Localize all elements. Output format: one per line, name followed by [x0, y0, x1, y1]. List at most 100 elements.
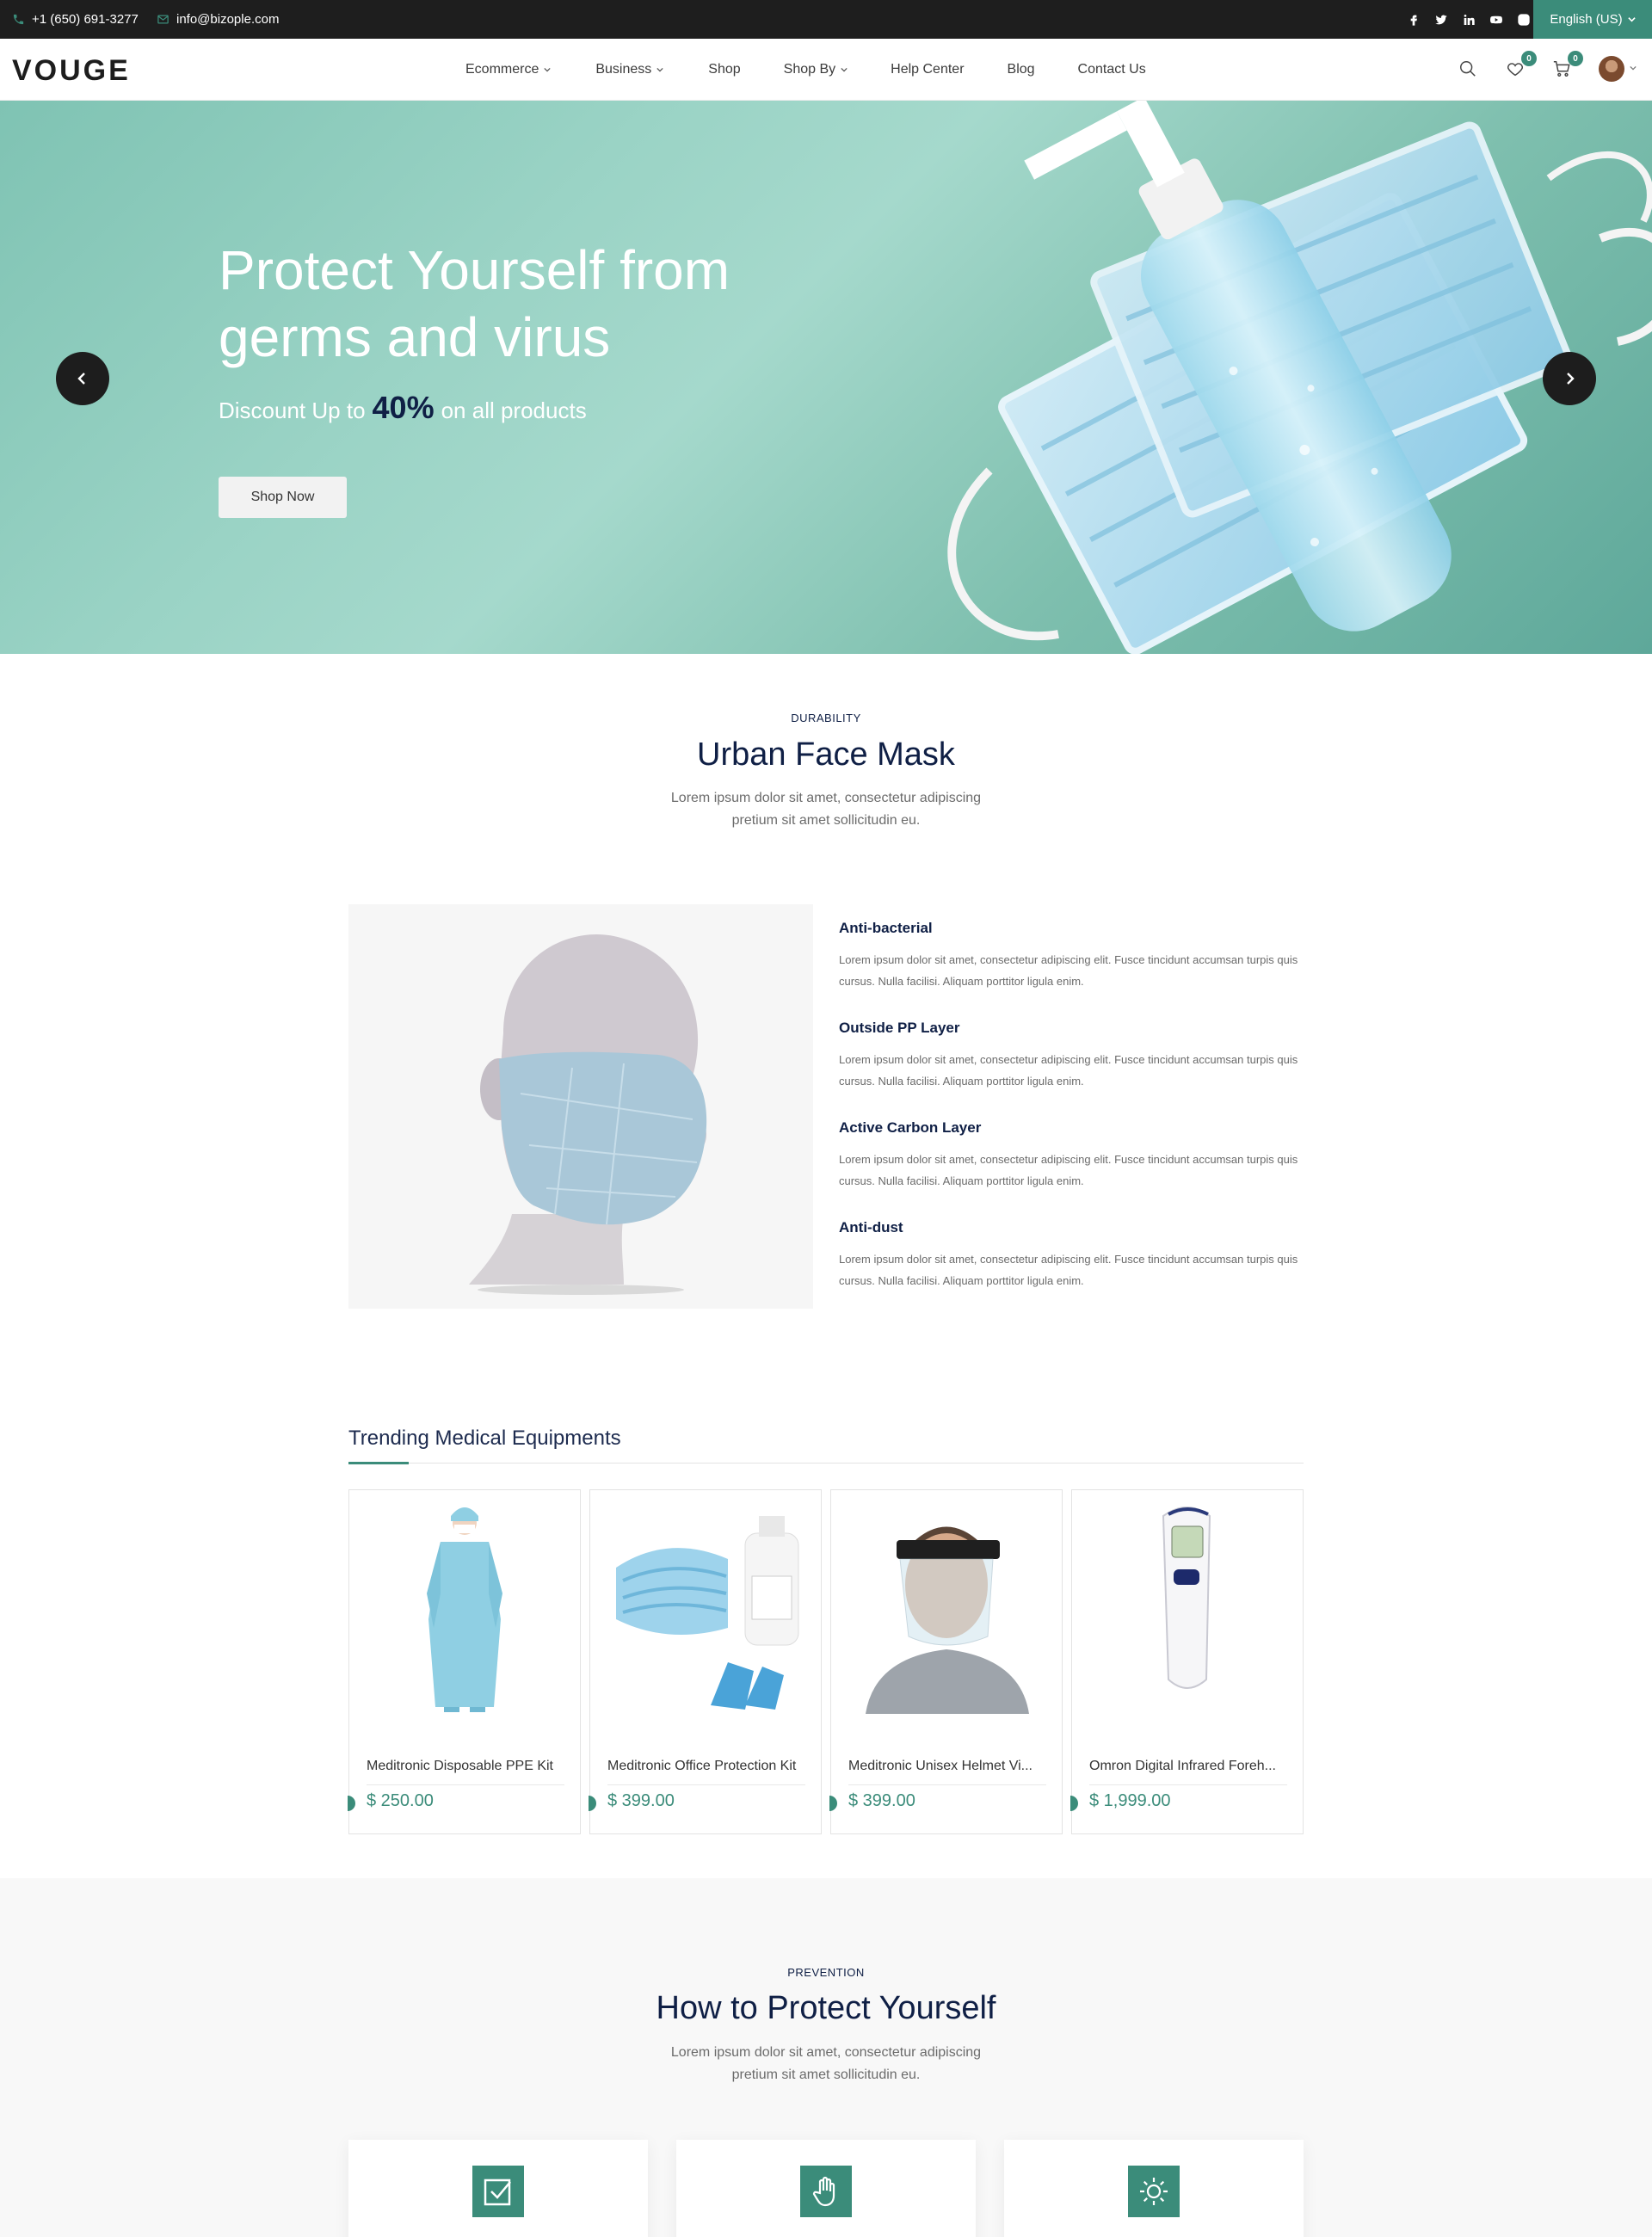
product-name[interactable]: Meditronic Disposable PPE Kit: [367, 1759, 564, 1774]
email-address: info@bizople.com: [176, 12, 280, 27]
chevron-down-icon: [544, 67, 551, 72]
sun-icon: [1128, 2166, 1180, 2217]
feature-item: Anti-bacterial Lorem ipsum dolor sit ame…: [839, 920, 1304, 992]
hero-subtitle-pre: Discount Up to: [219, 397, 366, 423]
youtube-icon[interactable]: [1489, 12, 1504, 28]
mail-icon: [157, 15, 169, 24]
carousel-next-button[interactable]: [1543, 352, 1596, 405]
facebook-icon[interactable]: [1406, 12, 1421, 28]
chevron-left-icon: [77, 373, 85, 385]
prevention-card: [676, 2140, 976, 2237]
product-card[interactable]: Meditronic Unisex Helmet Vi... $ 399.00: [829, 1489, 1063, 1834]
main-header: VOUGE Ecommerce Business Shop Shop By He…: [0, 39, 1652, 101]
chevron-down-icon: [1627, 17, 1636, 22]
vouge-logo[interactable]: VOUGE: [12, 54, 150, 85]
feature-item: Anti-dust Lorem ipsum dolor sit amet, co…: [839, 1219, 1304, 1291]
cart-count-badge: 0: [1568, 51, 1583, 66]
nav-label: Business: [595, 62, 652, 77]
chevron-down-icon: [841, 67, 848, 72]
nav-label: Blog: [1007, 62, 1035, 77]
price-marker: [1070, 1796, 1078, 1811]
mannequin-illustration: [469, 934, 707, 1295]
nav-shop-by[interactable]: Shop By: [784, 62, 848, 77]
product-image-thermometer: [1081, 1499, 1294, 1714]
feature-title: Outside PP Layer: [839, 1020, 960, 1036]
shop-now-button[interactable]: Shop Now: [219, 477, 347, 518]
feature-item: Outside PP Layer Lorem ipsum dolor sit a…: [839, 1020, 1304, 1092]
chevron-down-icon: [656, 67, 663, 72]
section-description: Lorem ipsum dolor sit amet, consectetur …: [670, 791, 982, 828]
section-title: Urban Face Mask: [697, 736, 955, 773]
trending-title: Trending Medical Equipments: [348, 1427, 621, 1450]
language-selector[interactable]: English (US): [1533, 0, 1652, 39]
card-divider: [1089, 1784, 1287, 1785]
product-name[interactable]: Meditronic Office Protection Kit: [607, 1759, 805, 1774]
language-label: English (US): [1550, 12, 1623, 27]
nav-ecommerce[interactable]: Ecommerce: [465, 62, 551, 77]
hero-title: Protect Yourself from germs and virus: [219, 239, 730, 368]
chevron-right-icon: [1567, 373, 1575, 385]
product-price: $ 1,999.00: [1089, 1791, 1171, 1810]
product-image-ppe-kit: [358, 1499, 571, 1714]
product-name[interactable]: Omron Digital Infrared Foreh...: [1089, 1759, 1287, 1774]
top-bar: +1 (650) 691-3277 info@bizople.com Engli…: [0, 0, 1652, 39]
card-divider: [607, 1784, 805, 1785]
carousel-prev-button[interactable]: [56, 352, 109, 405]
product-image-helmet-visor: [840, 1499, 1053, 1714]
trending-divider: [348, 1463, 1304, 1464]
search-button[interactable]: [1458, 59, 1479, 80]
face-mask-image: [348, 904, 813, 1309]
card-divider: [367, 1784, 564, 1785]
product-image-office-kit: [599, 1499, 812, 1714]
nav-help-center[interactable]: Help Center: [891, 62, 964, 77]
product-name[interactable]: Meditronic Unisex Helmet Vi...: [848, 1759, 1046, 1774]
phone-contact[interactable]: +1 (650) 691-3277: [12, 0, 139, 39]
cart-button[interactable]: 0: [1552, 51, 1583, 80]
hero-subtitle-post: on all products: [441, 397, 587, 423]
twitter-icon[interactable]: [1433, 12, 1449, 28]
checkbox-icon: [472, 2166, 524, 2217]
feature-title: Anti-bacterial: [839, 920, 933, 936]
product-card[interactable]: Meditronic Disposable PPE Kit $ 250.00: [348, 1489, 581, 1834]
feature-item: Active Carbon Layer Lorem ipsum dolor si…: [839, 1119, 1304, 1192]
trending-divider-accent: [348, 1462, 409, 1464]
main-navigation: Ecommerce Business Shop Shop By Help Cen…: [465, 39, 1146, 101]
card-divider: [848, 1784, 1046, 1785]
wishlist-button[interactable]: 0: [1506, 51, 1537, 80]
chevron-down-icon[interactable]: [1630, 65, 1637, 71]
feature-title: Anti-dust: [839, 1219, 903, 1236]
discount-percent: 40%: [372, 390, 435, 425]
nav-label: Help Center: [891, 62, 965, 77]
nav-blog[interactable]: Blog: [1008, 62, 1035, 77]
product-price: $ 399.00: [848, 1791, 915, 1810]
prevention-card: [1004, 2140, 1304, 2237]
feature-text: Lorem ipsum dolor sit amet, consectetur …: [839, 953, 1298, 988]
nav-label: Shop: [708, 62, 741, 77]
phone-number: +1 (650) 691-3277: [32, 12, 139, 27]
price-marker: [589, 1796, 596, 1811]
hero-banner: Protect Yourself from germs and virus Di…: [0, 101, 1652, 654]
product-card[interactable]: Meditronic Office Protection Kit $ 399.0…: [589, 1489, 822, 1834]
email-contact[interactable]: info@bizople.com: [157, 0, 279, 39]
section-eyebrow: DURABILITY: [791, 712, 861, 724]
product-card[interactable]: Omron Digital Infrared Foreh... $ 1,999.…: [1070, 1489, 1304, 1834]
price-marker: [348, 1796, 355, 1811]
instagram-icon[interactable]: [1516, 12, 1532, 28]
hand-icon: [800, 2166, 852, 2217]
user-avatar[interactable]: [1599, 56, 1624, 82]
linkedin-icon[interactable]: [1461, 12, 1476, 28]
feature-title: Active Carbon Layer: [839, 1119, 982, 1136]
product-price: $ 250.00: [367, 1791, 434, 1810]
section-eyebrow: PREVENTION: [787, 1966, 865, 1979]
nav-shop[interactable]: Shop: [708, 62, 740, 77]
nav-contact-us[interactable]: Contact Us: [1078, 62, 1146, 77]
feature-text: Lorem ipsum dolor sit amet, consectetur …: [839, 1153, 1298, 1187]
hero-subtitle: Discount Up to 40% on all products: [219, 390, 587, 426]
search-icon: [1460, 61, 1476, 77]
product-price: $ 399.00: [607, 1791, 675, 1810]
social-links: [1406, 0, 1532, 39]
price-marker: [829, 1796, 837, 1811]
nav-label: Ecommerce: [465, 62, 539, 77]
nav-business[interactable]: Business: [595, 62, 663, 77]
section-title: How to Protect Yourself: [656, 1990, 996, 2026]
